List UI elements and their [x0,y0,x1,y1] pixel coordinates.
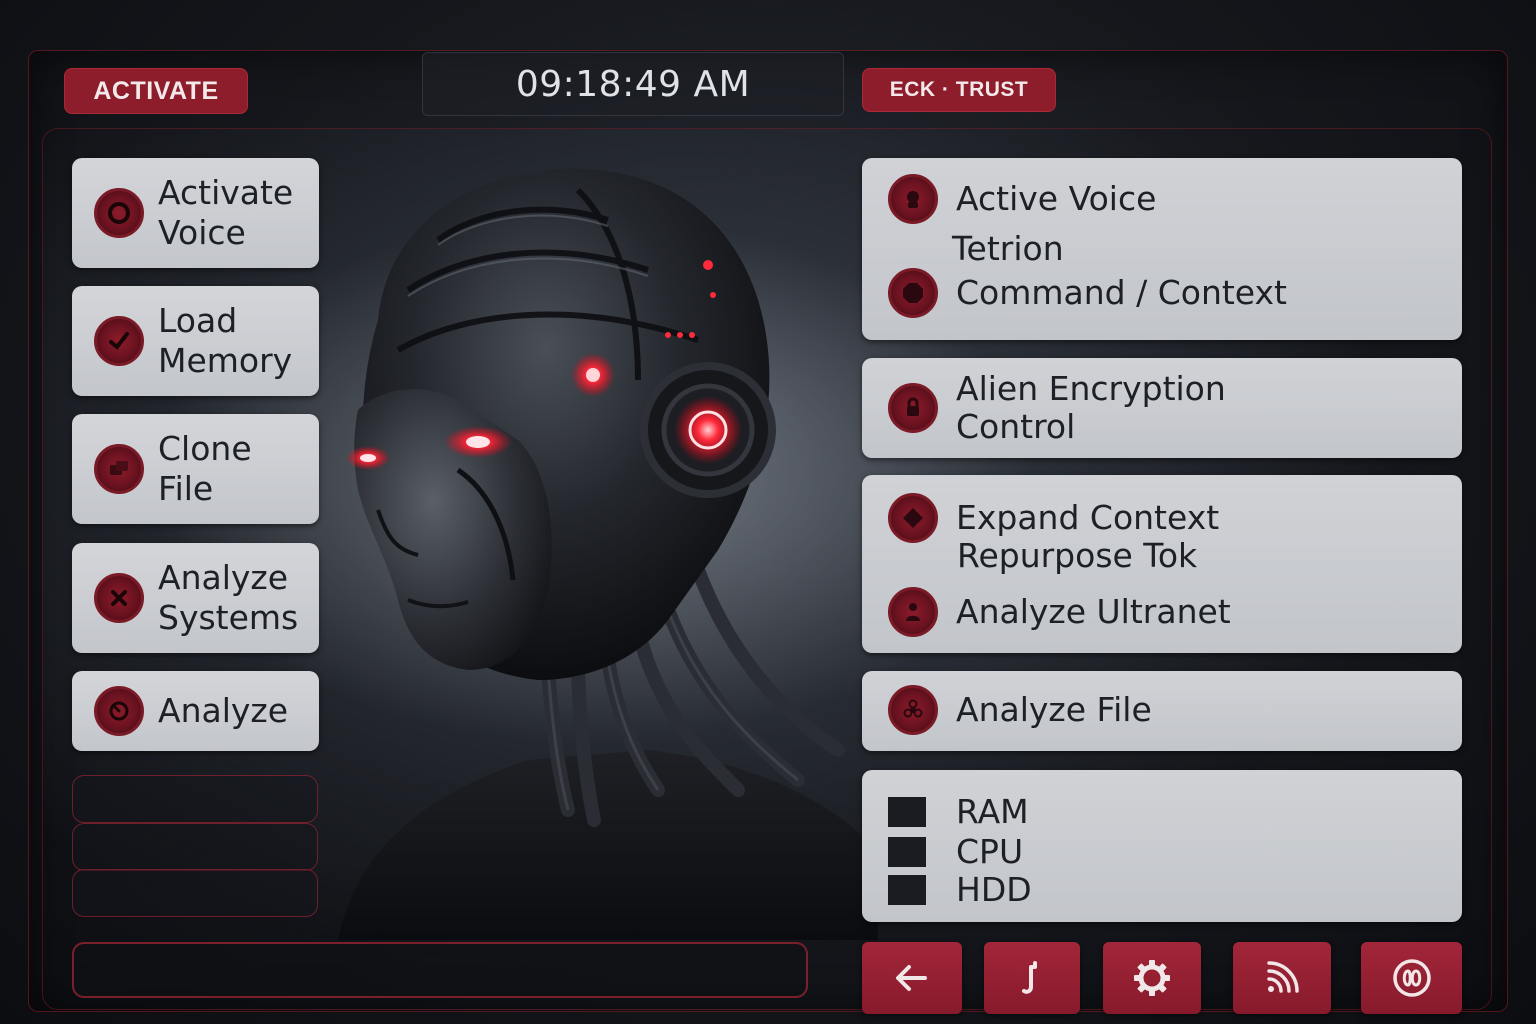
analyze-file-label: Analyze File [956,690,1152,729]
active-voice-row[interactable]: Active Voice [862,174,1156,224]
cpu-indicator [888,836,926,867]
link-button[interactable] [1361,942,1462,1014]
lock-icon [888,383,938,433]
command-context-row[interactable]: Command / Context [862,268,1287,318]
hdd-row: HDD [888,870,1032,909]
check-icon [94,316,144,366]
files-icon [94,444,144,494]
alien-encryption-label: Alien Encryption Control [956,369,1226,446]
repurpose-label[interactable]: Repurpose Tok [957,537,1197,575]
ram-label: RAM [956,792,1029,831]
ram-indicator [888,796,926,827]
system-status-panel: RAM CPU HDD [862,770,1462,922]
signal-button[interactable] [1233,942,1331,1014]
hdd-indicator [888,874,926,905]
android-figure [338,168,878,940]
active-voice-label: Active Voice [956,179,1157,218]
analyze-ultranet-row[interactable]: Analyze Ultranet [862,587,1231,637]
signal-icon [1267,961,1299,993]
expand-context-label: Expand Context [956,498,1220,537]
activate-voice-label: Activate Voice [158,173,294,252]
back-arrow-icon [896,965,927,991]
empty-slot[interactable] [72,869,318,917]
pin-icon [1022,961,1037,994]
pin-button[interactable] [984,942,1080,1014]
android-portrait [318,150,878,940]
analyze-systems-label: Analyze Systems [158,558,299,637]
load-memory-button[interactable]: Load Memory [72,286,319,396]
tetrion-label: Tetrion [952,229,1064,268]
context-panel: Expand Context Repurpose Tok Analyze Ult… [862,475,1462,653]
analyze-button[interactable]: Analyze [72,671,319,751]
back-button[interactable] [862,942,962,1014]
figure-icon [888,587,938,637]
cpu-row: CPU [888,832,1023,871]
analyze-label: Analyze [158,691,289,730]
command-input-bar[interactable] [72,942,808,998]
cross-icon [94,573,144,623]
empty-slot[interactable] [72,823,318,871]
clock-display: 09:18:49 AM [515,63,751,105]
alien-encryption-row[interactable]: Alien Encryption Control [862,370,1226,446]
ram-row: RAM [888,792,1029,831]
voice-command-panel: Active Voice Tetrion Command / Context [862,158,1462,340]
clone-file-label: Clone File [158,429,252,508]
octagon-icon [888,268,938,318]
analyze-file-row[interactable]: Analyze File [862,685,1152,735]
biohazard-icon [888,685,938,735]
diamond-icon [888,493,938,543]
ring-icon [94,188,144,238]
gauge-icon [94,686,144,736]
empty-slot[interactable] [72,775,318,823]
load-memory-label: Load Memory [158,301,293,380]
settings-button[interactable] [1103,942,1201,1014]
clock-panel: 09:18:49 AM [422,52,844,116]
activate-voice-button[interactable]: Activate Voice [72,158,319,268]
analyze-systems-button[interactable]: Analyze Systems [72,543,319,653]
analyze-file-button[interactable]: Analyze File [862,671,1462,751]
trust-badge[interactable]: ECK · TRUST [862,68,1056,112]
android-icon [888,174,938,224]
command-context-label: Command / Context [956,273,1287,312]
activate-button[interactable]: ACTIVATE [64,68,248,114]
alien-encryption-panel[interactable]: Alien Encryption Control [862,358,1462,458]
analyze-ultranet-label: Analyze Ultranet [956,592,1231,631]
clone-file-button[interactable]: Clone File [72,414,319,524]
cpu-label: CPU [956,832,1024,871]
link-circle-icon [1392,959,1431,997]
hdd-label: HDD [956,870,1032,909]
gear-icon [1134,960,1170,996]
